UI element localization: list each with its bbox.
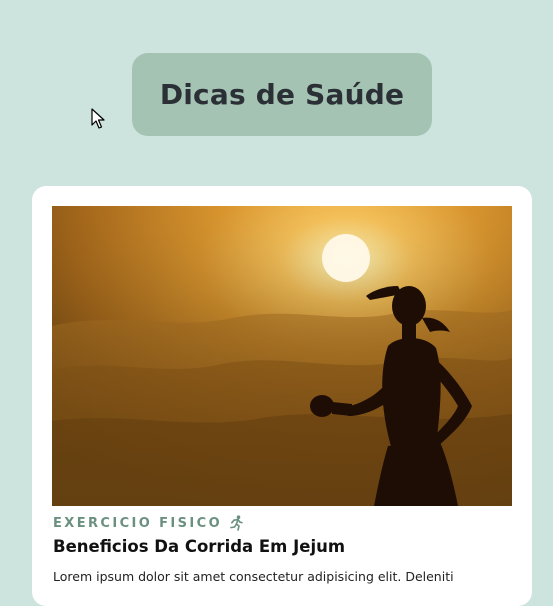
running-icon bbox=[230, 515, 243, 531]
page-header: Dicas de Saúde bbox=[132, 53, 432, 136]
article-card[interactable]: EXERCICIO FISICO Beneficios Da Corrida E… bbox=[32, 186, 532, 606]
page-title: Dicas de Saúde bbox=[159, 78, 405, 111]
mouse-cursor-icon bbox=[91, 108, 105, 129]
article-category: EXERCICIO FISICO bbox=[53, 515, 244, 531]
article-title[interactable]: Beneficios Da Corrida Em Jejum bbox=[53, 537, 345, 556]
article-image bbox=[52, 206, 512, 506]
article-excerpt: Lorem ipsum dolor sit amet consectetur a… bbox=[53, 569, 454, 584]
category-label: EXERCICIO FISICO bbox=[53, 515, 223, 531]
